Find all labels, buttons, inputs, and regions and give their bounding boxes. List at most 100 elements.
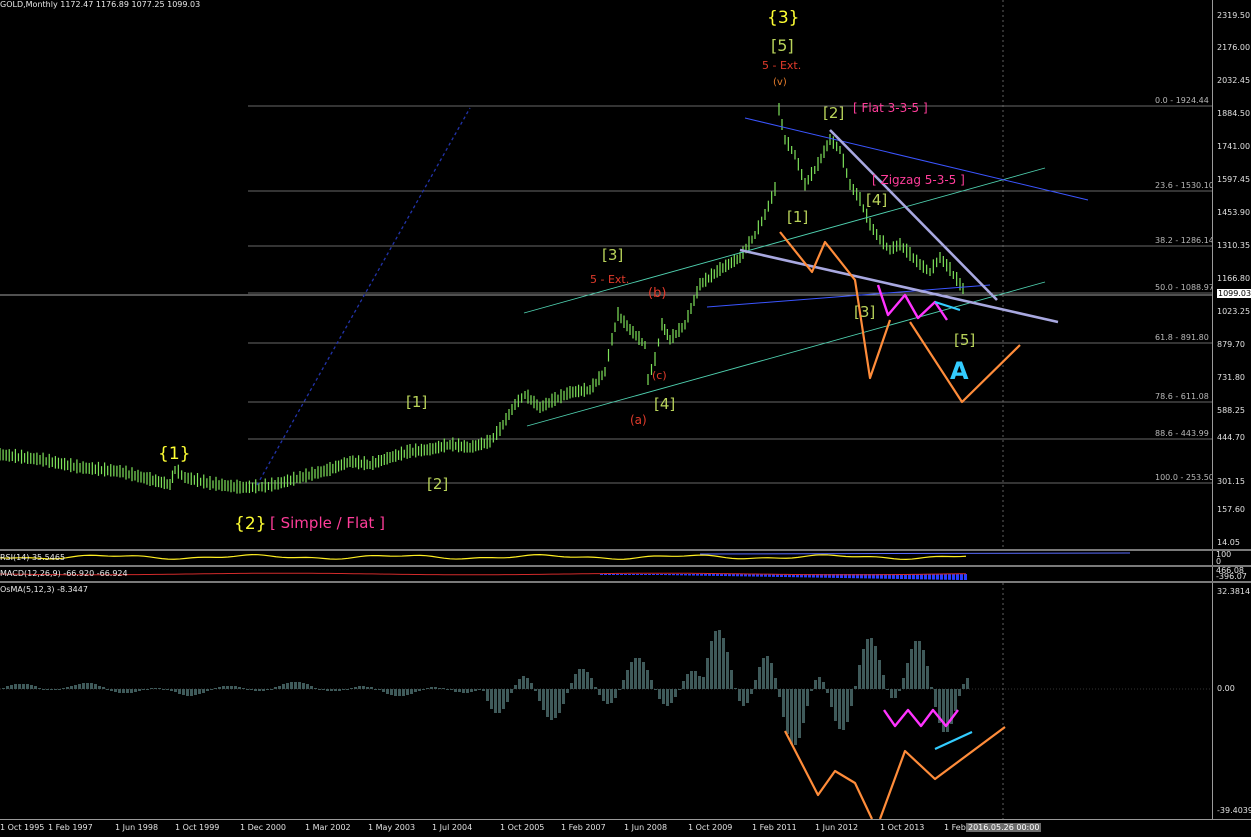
osma-bar [286, 683, 289, 689]
osma-bar [506, 689, 509, 702]
macd-histogram-bar [692, 574, 695, 576]
osma-bar [206, 689, 209, 691]
osma-bar [470, 689, 473, 692]
osma-pane[interactable]: OsMA(5,12,3) -8.3447 [0, 583, 1212, 819]
price-axis-label: 588.25 [1217, 406, 1245, 415]
osma-bar [870, 638, 873, 689]
osma-bar [678, 689, 681, 690]
macd-histogram-bar [676, 574, 679, 576]
osma-bar [162, 689, 165, 690]
osma-bar [666, 689, 669, 706]
osma-bar [670, 689, 673, 703]
price-axis-label: 1023.25 [1217, 307, 1251, 316]
price-axis-label: 1741.00 [1217, 142, 1251, 151]
osma-bar [634, 658, 637, 689]
osma-bar [638, 658, 641, 689]
osma-bar [406, 689, 409, 695]
macd-histogram-bar [636, 574, 639, 575]
price-axis-label: 1884.50 [1217, 109, 1251, 118]
time-axis-label: 1 Dec 2000 [240, 823, 287, 832]
osma-bar [794, 689, 797, 745]
price-chart-pane[interactable]: 0.0 - 1924.44 23.6 - 1530.10 38.2 - 1286.1… [0, 0, 1212, 549]
price-axis-label: 301.15 [1217, 477, 1245, 486]
osma-bar [834, 689, 837, 721]
osma-bar [478, 689, 481, 690]
macd-histogram-bar [696, 574, 699, 576]
osma-bar [46, 689, 49, 690]
rsi-pane[interactable]: RSI(14) 35.5465 [0, 551, 1212, 565]
time-axis-label: 1 Feb 2007 [561, 823, 606, 832]
osma-bar [726, 652, 729, 689]
osma-bar [926, 666, 929, 689]
simple-flat-label: [ Simple / Flat ] [270, 514, 385, 532]
osma-bar [186, 689, 189, 696]
osma-bar [646, 670, 649, 689]
osma-axis: 32.3814 0.00 -39.4039 [1212, 583, 1251, 819]
price-axis-label: 14.05 [1217, 538, 1240, 547]
osma-bar [490, 689, 493, 709]
osma-bar [686, 674, 689, 689]
osma-bar [874, 646, 877, 689]
osma-bar [774, 678, 777, 689]
macd-pane[interactable]: MACD(12,26,9) -66.920 -66.924 [0, 567, 1212, 581]
wave5-bracket-label: [5] [771, 36, 794, 55]
osma-bar [374, 689, 377, 690]
osma-bar [602, 689, 605, 701]
osma-bar [522, 676, 525, 689]
wave3-curly-label: {3} [767, 8, 799, 28]
macd-histogram-bar [700, 574, 703, 576]
cursor-time-label: 2016.05.26 00:00 [966, 823, 1042, 832]
osma-bar [378, 689, 381, 690]
osma-bar [334, 689, 337, 691]
osma-bar [346, 689, 349, 690]
osma-bar [174, 689, 177, 692]
osma-bar [714, 631, 717, 689]
price-axis-label: 1453.90 [1217, 208, 1251, 217]
osma-bar [850, 689, 853, 706]
osma-bar [322, 689, 325, 690]
osma-bar [722, 638, 725, 689]
osma-bar [706, 658, 709, 689]
osma-bar [614, 689, 617, 698]
macd-histogram-bar [612, 574, 615, 575]
osma-bar [598, 689, 601, 695]
osma-bar [498, 689, 501, 713]
wave2-curly-label: {2} [234, 514, 266, 534]
macd-histogram-bar [704, 574, 707, 576]
osma-bar [242, 688, 245, 689]
osma-bar [454, 689, 457, 692]
osma-bar [818, 677, 821, 689]
osma-bar [118, 689, 121, 693]
osma-bar [466, 689, 469, 693]
time-axis-label: 1 Feb 2011 [752, 823, 797, 832]
price-axis-label: 1166.80 [1217, 274, 1251, 283]
osma-bar [182, 689, 185, 695]
fib-level-label: 88.6 - 443.99 [1155, 429, 1209, 438]
macd-histogram-bar [668, 574, 671, 576]
osma-bar [342, 689, 345, 690]
osma-bar [770, 663, 773, 689]
osma-bar [514, 685, 517, 689]
osma-bar [218, 687, 221, 689]
osma-bar [134, 689, 137, 692]
macd-histogram-bar [640, 574, 643, 575]
fib-level-label: 23.6 - 1530.10 [1155, 181, 1212, 190]
fib-level-label: 38.2 - 1286.14 [1155, 236, 1212, 245]
macd-histogram-bar [620, 574, 623, 575]
osma-bar [654, 689, 657, 690]
osma-bar [154, 688, 157, 689]
osma-bar [6, 686, 9, 689]
price-axis-label: 2176.00 [1217, 43, 1251, 52]
time-axis-label: 1 Oct 1995 [0, 823, 45, 832]
rsi-header: RSI(14) 35.5465 [0, 553, 66, 562]
osma-bar [14, 684, 17, 689]
wave1-curly-label: {1} [158, 444, 190, 464]
osma-bar [750, 689, 753, 694]
osma-bar [530, 683, 533, 689]
osma-bar [222, 686, 225, 689]
osma-bar [58, 689, 61, 690]
osma-bar [30, 685, 33, 689]
osma-bar [442, 688, 445, 689]
macd-histogram-bar [664, 574, 667, 576]
time-axis: 1 Oct 1995 1 Feb 1997 1 Jun 1998 1 Oct 1999… [0, 819, 1251, 837]
